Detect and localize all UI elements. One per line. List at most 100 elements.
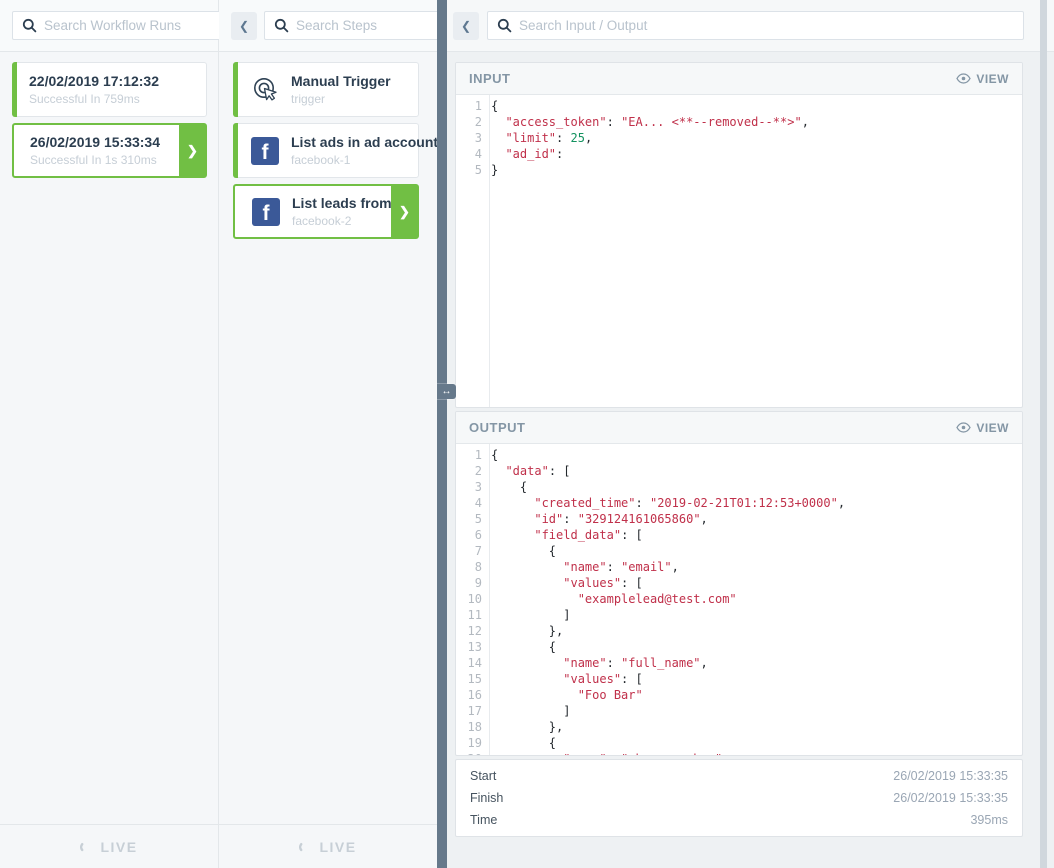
code-line: 14 "name": "full_name", <box>456 655 1022 671</box>
code-text: { <box>482 640 556 654</box>
code-line: 2 "data": [ <box>456 463 1022 479</box>
line-number: 13 <box>456 639 482 655</box>
input-view-label: VIEW <box>976 72 1009 86</box>
code-text: }, <box>482 720 563 734</box>
output-view-label: VIEW <box>976 421 1009 435</box>
output-view-button[interactable]: VIEW <box>956 421 1009 435</box>
meta-value: 26/02/2019 15:33:35 <box>893 791 1008 805</box>
card-text: 26/02/2019 15:33:34Successful In 1s 310m… <box>30 134 160 167</box>
code-line: 11 ] <box>456 607 1022 623</box>
runs-search-box <box>12 11 222 40</box>
gutter-separator <box>489 444 490 755</box>
line-number: 14 <box>456 655 482 671</box>
workflow-debugger-app: 22/02/2019 17:12:32Successful In 759ms 26… <box>0 0 1054 868</box>
runs-search-input[interactable] <box>37 18 221 33</box>
io-search-row: ❮ <box>447 0 1054 52</box>
input-view-button[interactable]: VIEW <box>956 72 1009 86</box>
live-spinner-icon <box>80 841 92 853</box>
code-text: "ad_id": <box>482 147 563 161</box>
search-icon <box>274 18 289 33</box>
code-line: 5} <box>456 162 1022 178</box>
step-card[interactable]: Manual Triggertrigger <box>233 62 419 117</box>
code-text: { <box>482 99 498 113</box>
code-line: 20 "name": "phone_number", <box>456 751 1022 755</box>
code-line: 3 "limit": 25, <box>456 130 1022 146</box>
code-text: "data": [ <box>482 464 571 478</box>
code-text: { <box>482 736 556 750</box>
input-section: INPUT VIEW 1{2 "access_token": "EA... <*… <box>455 62 1023 408</box>
code-text: "id": "329124161065860", <box>482 512 708 526</box>
line-number: 1 <box>456 98 482 114</box>
code-text: { <box>482 448 498 462</box>
run-card[interactable]: 22/02/2019 17:12:32Successful In 759ms <box>12 62 207 117</box>
step-title: Manual Trigger <box>291 73 391 89</box>
status-accent-bar <box>12 62 17 117</box>
line-number: 5 <box>456 511 482 527</box>
line-number: 11 <box>456 607 482 623</box>
code-line: 13 { <box>456 639 1022 655</box>
code-line: 7 { <box>456 543 1022 559</box>
code-line: 2 "access_token": "EA... <**--removed--*… <box>456 114 1022 130</box>
meta-value: 395ms <box>970 813 1008 827</box>
live-label: LIVE <box>100 839 137 855</box>
steps-list: Manual Triggertrigger f List ads in ad acc… <box>219 52 437 824</box>
step-subtitle: facebook-2 <box>292 214 387 228</box>
run-meta-card: Start 26/02/2019 15:33:35Finish26/02/2019… <box>455 759 1023 837</box>
io-search-box <box>487 11 1024 40</box>
meta-row: Finish26/02/2019 15:33:35 <box>456 787 1022 809</box>
code-line: 3 { <box>456 479 1022 495</box>
gutter-separator <box>489 95 490 407</box>
run-title: 22/02/2019 17:12:32 <box>29 73 159 89</box>
step-card[interactable]: f List ads in ad accountfacebook-1 <box>233 123 419 178</box>
runs-search-row <box>0 0 218 52</box>
line-number: 17 <box>456 703 482 719</box>
code-line: 9 "values": [ <box>456 575 1022 591</box>
input-code-editor: 1{2 "access_token": "EA... <**--removed-… <box>456 95 1022 407</box>
output-title: OUTPUT <box>469 420 525 435</box>
code-text: }, <box>482 624 563 638</box>
io-panel: ❮ INPUT VIEW 1{2 "access_toke <box>447 0 1054 868</box>
card-text: Manual Triggertrigger <box>291 73 391 106</box>
facebook-icon: f <box>252 198 280 226</box>
step-title: List leads from ad <box>292 195 387 211</box>
steps-column: ❮ Manual Triggertrigger f List ads in ad a… <box>219 0 437 868</box>
splitter-drag-handle[interactable]: ↔ <box>437 384 456 399</box>
card-text: List ads in ad accountfacebook-1 <box>291 134 418 167</box>
line-number: 7 <box>456 543 482 559</box>
code-text: "name": "email", <box>482 560 679 574</box>
steps-live-footer: LIVE <box>219 824 437 868</box>
code-text: "limit": 25, <box>482 131 592 145</box>
vertical-scrollbar[interactable] <box>1040 0 1047 868</box>
facebook-icon: f <box>250 137 280 165</box>
line-number: 8 <box>456 559 482 575</box>
code-text: "Foo Bar" <box>482 688 643 702</box>
output-section-header: OUTPUT VIEW <box>456 412 1022 444</box>
step-card[interactable]: fList leads from adfacebook-2❯ <box>233 184 419 239</box>
code-text: "name": "phone_number", <box>482 752 729 755</box>
line-number: 1 <box>456 447 482 463</box>
input-title: INPUT <box>469 71 511 86</box>
code-text: { <box>482 544 556 558</box>
code-line: 17 ] <box>456 703 1022 719</box>
code-line: 15 "values": [ <box>456 671 1022 687</box>
code-line: 1{ <box>456 98 1022 114</box>
workflow-runs-column: 22/02/2019 17:12:32Successful In 759ms 26… <box>0 0 219 868</box>
code-line: 19 { <box>456 735 1022 751</box>
io-search-input[interactable] <box>512 18 1023 33</box>
line-number: 12 <box>456 623 482 639</box>
io-back-button[interactable]: ❮ <box>453 12 479 40</box>
line-number: 15 <box>456 671 482 687</box>
meta-label: Start <box>470 769 496 783</box>
run-card[interactable]: 26/02/2019 15:33:34Successful In 1s 310m… <box>12 123 207 178</box>
step-subtitle: facebook-1 <box>291 153 418 167</box>
panel-splitter: ↔ <box>437 0 447 868</box>
steps-back-button[interactable]: ❮ <box>231 12 257 40</box>
eye-icon <box>956 422 971 433</box>
steps-search-row: ❮ <box>219 0 437 52</box>
meta-label: Time <box>470 813 497 827</box>
code-line: 4 "created_time": "2019-02-21T01:12:53+0… <box>456 495 1022 511</box>
code-line: 10 "examplelead@test.com" <box>456 591 1022 607</box>
facebook-icon: f <box>251 137 279 165</box>
line-number: 3 <box>456 130 482 146</box>
code-line: 12 }, <box>456 623 1022 639</box>
